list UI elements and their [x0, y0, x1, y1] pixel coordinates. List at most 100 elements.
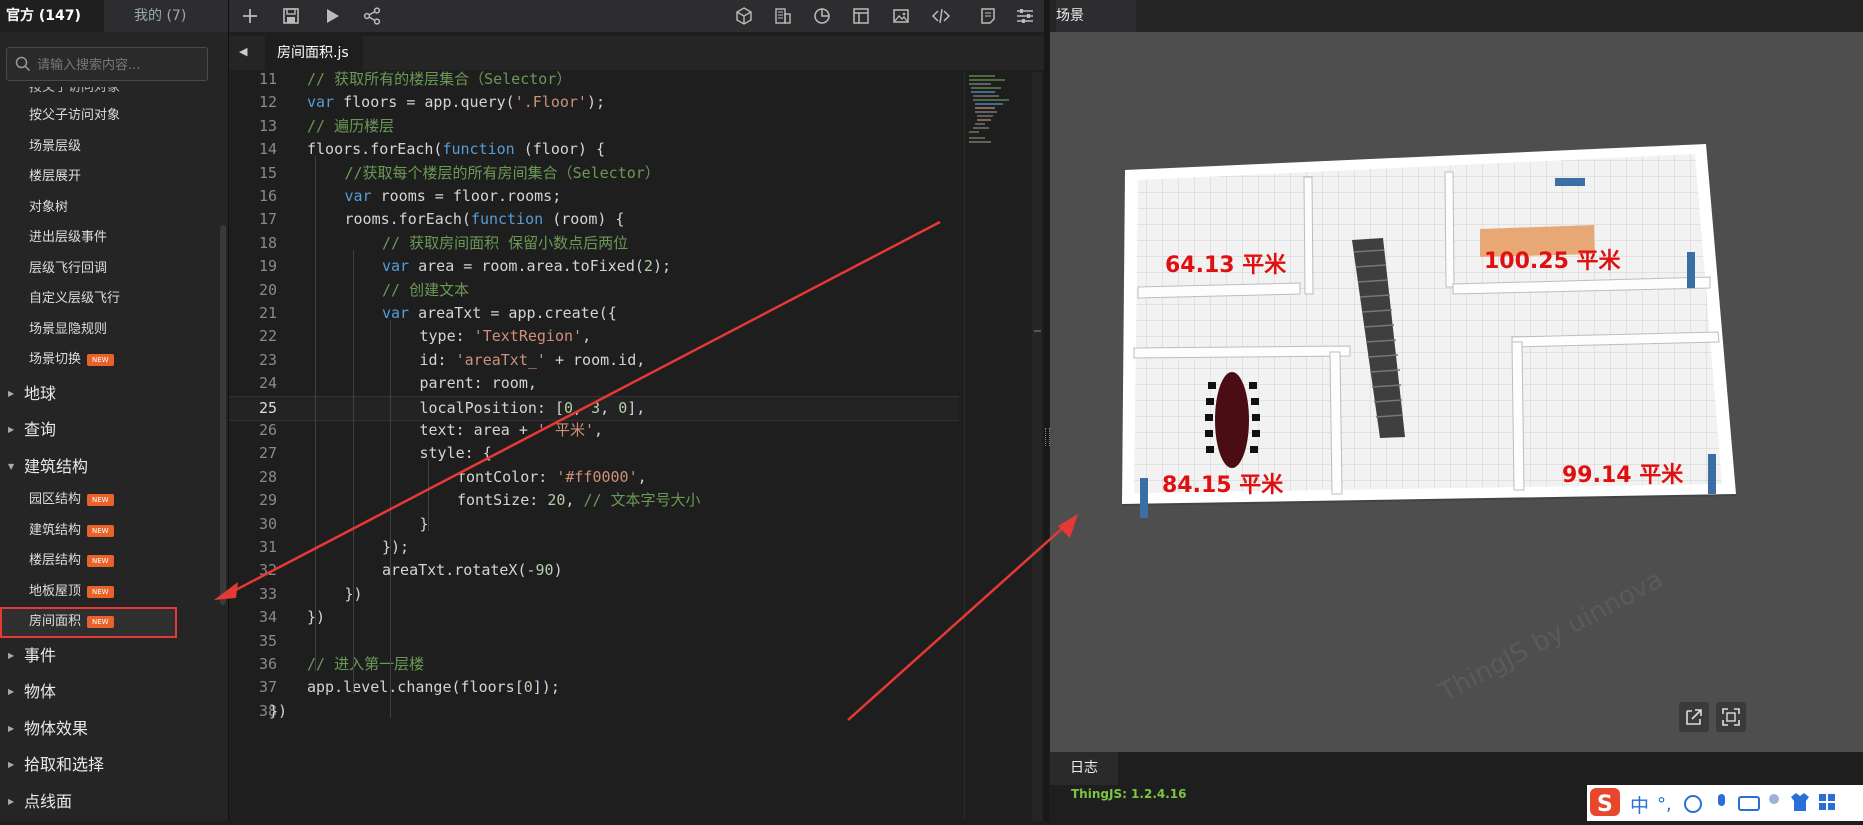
punctuation-icon[interactable]: °, [1657, 794, 1672, 815]
sidebar-category[interactable]: ▶ 地球 [0, 376, 220, 413]
settings-sliders-icon[interactable] [1015, 6, 1035, 26]
tab-log[interactable]: 日志 [1050, 752, 1118, 785]
chart-icon[interactable] [812, 6, 832, 26]
code-line[interactable]: 34}) [229, 606, 959, 629]
sidebar-item[interactable]: 房间面积 NEW [0, 607, 177, 638]
sidebar-item[interactable]: 场景切换 NEW [0, 345, 220, 376]
sidebar-category[interactable]: ▼ 建筑结构 [0, 449, 220, 486]
skin-icon[interactable] [1791, 793, 1809, 811]
sidebar-item[interactable]: 自定义层级飞行 [0, 284, 220, 315]
sidebar-item[interactable]: 建筑结构 NEW [0, 516, 220, 547]
code-line[interactable]: 31}); [229, 536, 959, 559]
caret-right-icon: ▶ [8, 425, 15, 434]
search-icon [15, 56, 31, 72]
file-tab[interactable]: 房间面积.js [265, 36, 363, 70]
sidebar-item[interactable]: 园区结构 NEW [0, 485, 220, 516]
code-line[interactable]: 33}) [229, 583, 959, 606]
code-line[interactable]: 20 // 创建文本 [229, 279, 959, 302]
code-line[interactable]: 12 var floors = app.query('.Floor'); [229, 91, 959, 114]
line-number: 19 [258, 257, 277, 276]
image-icon[interactable] [891, 6, 911, 26]
line-number: 24 [258, 374, 277, 393]
emoji-icon[interactable] [1684, 795, 1702, 813]
code-line[interactable]: 25 localPosition: [0, 3, 0], [229, 395, 959, 421]
sidebar-category[interactable]: ▶ 物体效果 [0, 711, 220, 748]
code-line[interactable]: 35 [229, 630, 959, 653]
code-line[interactable]: 37 app.level.change(floors[0]); [229, 676, 959, 699]
sidebar-item-label: 场景层级 [29, 138, 82, 154]
sidebar-category[interactable]: ▶ 拾取和选择 [0, 747, 220, 784]
sidebar-item[interactable]: 对象树 [0, 193, 220, 224]
line-number: 25 [258, 398, 277, 417]
open-external-button[interactable] [1679, 702, 1709, 732]
sidebar-item[interactable]: 场景层级 [0, 132, 220, 163]
sidebar-category[interactable]: ▶ 物体 [0, 674, 220, 711]
code-line[interactable]: 13 // 遍历楼层 [229, 115, 959, 138]
panel-splitter[interactable] [1044, 0, 1050, 821]
toolbox-icon[interactable] [1819, 794, 1835, 810]
code-line[interactable]: 23 id: 'areaTxt_' + room.id, [229, 349, 959, 372]
line-number: 35 [258, 631, 277, 650]
sidebar-category[interactable]: ▶ 查询 [0, 412, 220, 449]
sidebar-scrollbar[interactable] [220, 225, 226, 605]
tab-official[interactable]: 官方 (147) [0, 0, 104, 32]
code-line[interactable]: 27 style: { [229, 442, 959, 465]
code-line[interactable]: 16 var rooms = floor.rooms; [229, 185, 959, 208]
code-text: style: { [419, 444, 492, 463]
new-badge: NEW [87, 524, 114, 537]
ime-mode-indicator[interactable]: 中 [1630, 795, 1649, 817]
sidebar-item[interactable]: 地板屋顶 NEW [0, 577, 220, 608]
new-badge: NEW [87, 616, 114, 628]
code-line[interactable]: 36 // 进入第一层楼 [229, 653, 959, 676]
editor-scrollbar[interactable] [1032, 72, 1042, 821]
layout-icon[interactable] [851, 6, 871, 26]
scene-header: 场景 [1050, 0, 1863, 32]
new-badge: NEW [87, 585, 114, 598]
code-area[interactable]: 11 // 获取所有的楼层集合（Selector） 12 var floors = a… [229, 70, 959, 821]
code-icon[interactable] [931, 6, 951, 26]
tab-mine[interactable]: 我的 (7) [104, 0, 214, 32]
code-text: rooms.forEach(function (room) { [344, 210, 625, 229]
search-input[interactable] [35, 54, 207, 76]
code-line[interactable]: 38}) [229, 700, 959, 723]
run-icon[interactable] [322, 6, 342, 26]
code-line[interactable]: 32 areaTxt.rotateX(-90) [229, 559, 959, 582]
code-line[interactable]: 21 var areaTxt = app.create({ [229, 302, 959, 325]
cube-icon[interactable] [734, 6, 754, 26]
sidebar-category-label: 查询 [24, 420, 57, 439]
sidebar-item[interactable]: 进出层级事件 [0, 223, 220, 254]
sidebar-item[interactable]: 按父子访问对象 [0, 101, 220, 132]
code-line[interactable]: 18 // 获取房间面积 保留小数点后两位 [229, 232, 959, 255]
sidebar-item[interactable]: 层级飞行回调 [0, 254, 220, 285]
code-line[interactable]: 14 floors.forEach(function (floor) { [229, 138, 959, 161]
code-line[interactable]: 24 parent: room, [229, 372, 959, 395]
save-icon[interactable] [281, 6, 301, 26]
notes-icon[interactable] [978, 6, 998, 26]
code-line[interactable]: 11 // 获取所有的楼层集合（Selector） [229, 68, 959, 91]
user-icon[interactable] [1769, 794, 1779, 804]
code-line[interactable]: 17 rooms.forEach(function (room) { [229, 208, 959, 231]
sidebar-item[interactable]: 楼层结构 NEW [0, 546, 220, 577]
scene-view[interactable]: ThingJS by uinnova 64.13 平米 100.25 平米 84… [1050, 32, 1863, 752]
code-line[interactable]: 29 fontSize: 20, // 文本字号大小 [229, 489, 959, 512]
collapse-icon[interactable]: ◀ [239, 45, 247, 58]
code-line[interactable]: 19 var area = room.area.toFixed(2); [229, 255, 959, 278]
code-line[interactable]: 15 //获取每个楼层的所有房间集合（Selector） [229, 162, 959, 185]
share-icon[interactable] [362, 6, 382, 26]
code-line[interactable]: 28 fontColor: '#ff0000', [229, 466, 959, 489]
code-line[interactable]: 26 text: area + ' 平米', [229, 419, 959, 442]
sidebar-item-label: 园区结构 [29, 492, 82, 507]
sidebar-category[interactable]: ▶ 点线面 [0, 784, 220, 821]
microphone-icon[interactable] [1718, 794, 1725, 806]
sidebar-item[interactable]: 楼层展开 [0, 162, 220, 193]
sidebar-item[interactable]: 按父子访问对象 [0, 87, 220, 101]
code-minimap[interactable] [964, 72, 1025, 821]
code-line[interactable]: 22 type: 'TextRegion', [229, 325, 959, 348]
fullscreen-button[interactable] [1716, 702, 1746, 732]
keyboard-icon[interactable] [1738, 796, 1760, 811]
sidebar-item[interactable]: 场景显隐规则 [0, 315, 220, 346]
sidebar-category[interactable]: ▶ 事件 [0, 638, 220, 675]
add-icon[interactable] [240, 6, 260, 26]
building-icon[interactable] [773, 6, 793, 26]
code-line[interactable]: 30} [229, 513, 959, 536]
